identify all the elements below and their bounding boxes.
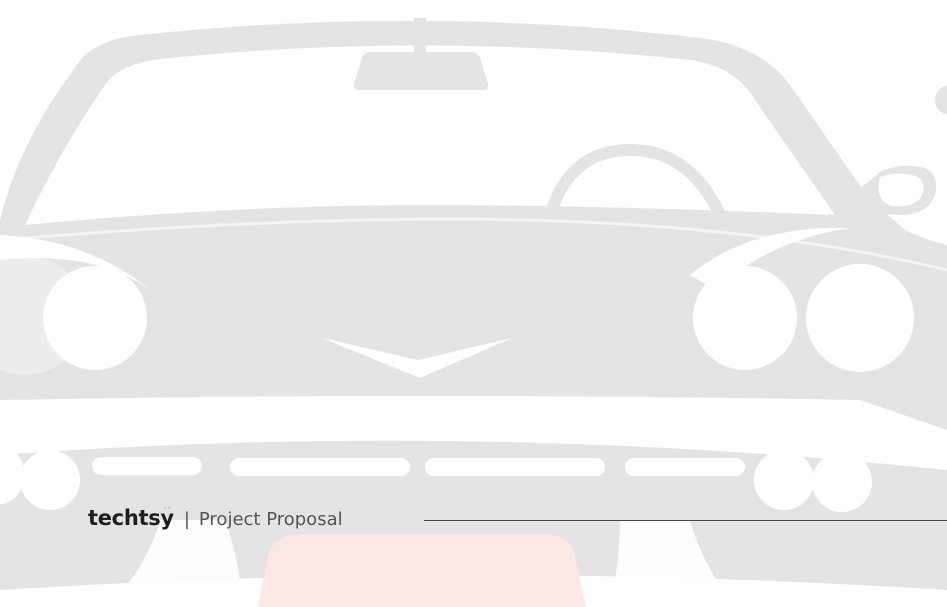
- document-page: techtsy ·· | Project Proposal: [0, 0, 947, 607]
- footer-separator: |: [183, 509, 190, 530]
- brand-name: techtsy: [88, 506, 174, 530]
- brand-logo: techtsy ··: [88, 504, 174, 531]
- brand-accent-dots: ··: [162, 504, 172, 514]
- footer: techtsy ·· | Project Proposal: [88, 504, 343, 531]
- grille-accent: [258, 534, 586, 607]
- document-title: Project Proposal: [198, 509, 343, 530]
- footer-rule: [424, 520, 947, 521]
